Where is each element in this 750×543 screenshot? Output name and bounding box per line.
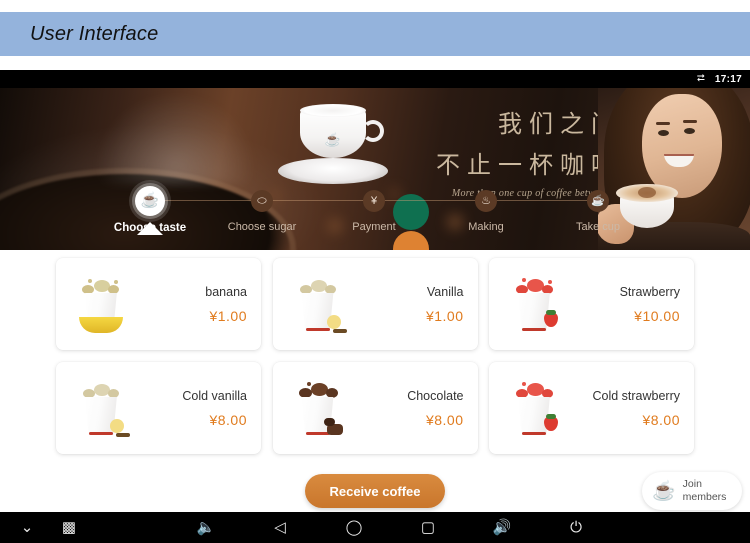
step-making[interactable]: ♨ Making bbox=[431, 188, 541, 233]
active-step-pointer bbox=[137, 222, 163, 235]
flavor-meta: Strawberry ¥10.00 bbox=[571, 285, 680, 324]
slogan-line-1: 我们之间 bbox=[498, 112, 622, 138]
step-label: Take cup bbox=[575, 221, 621, 233]
step-label: Payment bbox=[352, 221, 396, 233]
flavor-card-banana[interactable]: banana ¥1.00 bbox=[56, 258, 261, 350]
step-take-cup[interactable]: ☕ Take cup bbox=[543, 188, 653, 233]
cup-base-stripe bbox=[522, 328, 546, 331]
promo-banner: ☕ 我们之间 不止一杯咖啡 More than one cup of coffe… bbox=[0, 88, 750, 250]
model-eye-right bbox=[684, 128, 695, 134]
step-label: Making bbox=[468, 221, 504, 233]
page-title: User Interface bbox=[30, 22, 159, 45]
slogan-line-2: 不止一杯咖啡 bbox=[436, 153, 622, 179]
volume-up-icon[interactable]: 🔊 bbox=[491, 520, 513, 535]
flavor-card-chocolate[interactable]: Chocolate ¥8.00 bbox=[272, 362, 478, 454]
flavor-price: ¥1.00 bbox=[425, 307, 464, 324]
bluetooth-icon: ⮂ bbox=[696, 73, 705, 84]
flavor-price: ¥10.00 bbox=[634, 307, 680, 324]
step-payment[interactable]: ¥ Payment bbox=[319, 188, 429, 233]
step-label: Choose sugar bbox=[227, 221, 297, 233]
menu-row-1: banana ¥1.00 Vanilla ¥1.00 Strawberry ¥1… bbox=[56, 258, 694, 350]
model-face bbox=[642, 94, 722, 198]
flavor-name: banana bbox=[205, 284, 247, 299]
flavor-name: Cold vanilla bbox=[182, 388, 247, 403]
vanilla-pod-garnish bbox=[116, 433, 130, 437]
status-bar-clock: 17:17 bbox=[714, 73, 742, 85]
screenshot-icon[interactable]: ▩ bbox=[58, 520, 80, 535]
cup-base-stripe bbox=[305, 328, 330, 331]
vanilla-flower-garnish bbox=[110, 419, 124, 433]
sugar-cube-icon: ⬭ bbox=[251, 190, 273, 212]
flavor-meta: Vanilla ¥1.00 bbox=[355, 285, 464, 324]
join-members-button[interactable]: ☕ Join members bbox=[642, 472, 742, 510]
flavor-menu-grid: banana ¥1.00 Vanilla ¥1.00 Strawberry ¥1… bbox=[0, 250, 750, 468]
model-eye-left bbox=[658, 130, 669, 136]
receive-coffee-button[interactable]: Receive coffee bbox=[305, 474, 445, 508]
flavor-name: Chocolate bbox=[407, 388, 464, 403]
strawberry-leaf bbox=[546, 310, 556, 315]
flavor-meta: banana ¥1.00 bbox=[138, 285, 247, 324]
device-screen: ⮂ 17:17 ☕ 我们之间 不止一杯咖啡 More than one cup … bbox=[0, 70, 750, 543]
brewing-cup-icon: ♨ bbox=[475, 190, 497, 212]
flavor-card-strawberry[interactable]: Strawberry ¥10.00 bbox=[489, 258, 694, 350]
cold-strawberry-drink-thumb bbox=[499, 369, 571, 447]
coffee-cup-icon: ☕ bbox=[135, 186, 165, 216]
recents-icon[interactable]: ▢ bbox=[417, 520, 439, 535]
steaming-coffee-cup-icon: ☕ bbox=[652, 480, 676, 502]
cold-vanilla-drink-thumb bbox=[66, 369, 138, 447]
strawberry-drink-thumb bbox=[499, 265, 571, 343]
steam-effect bbox=[95, 92, 255, 184]
model-brow-right bbox=[683, 120, 697, 123]
collapse-icon[interactable]: ⌄ bbox=[16, 520, 38, 535]
flavor-card-vanilla[interactable]: Vanilla ¥1.00 bbox=[272, 258, 478, 350]
flavor-price: ¥1.00 bbox=[209, 307, 247, 324]
vanilla-pod-garnish bbox=[332, 329, 347, 333]
page-header: User Interface bbox=[0, 12, 750, 56]
strawberry-leaf bbox=[546, 414, 556, 419]
status-bar: ⮂ 17:17 bbox=[0, 70, 750, 88]
vanilla-drink-thumb bbox=[283, 265, 355, 343]
flavor-name: Cold strawberry bbox=[592, 388, 680, 403]
flavor-price: ¥8.00 bbox=[642, 411, 680, 428]
model-brow-left bbox=[656, 122, 670, 125]
saucer-shape bbox=[278, 158, 388, 184]
banana-drink-thumb bbox=[66, 265, 138, 343]
cup-base-stripe bbox=[522, 432, 546, 435]
flavor-meta: Cold strawberry ¥8.00 bbox=[571, 389, 680, 428]
join-members-line2: members bbox=[682, 491, 727, 503]
cup-base-stripe bbox=[305, 432, 330, 435]
flavor-price: ¥8.00 bbox=[425, 411, 464, 428]
back-icon[interactable]: ◁ bbox=[269, 520, 291, 535]
cup-logo-icon: ☕ bbox=[324, 132, 342, 147]
home-icon[interactable]: ◯ bbox=[343, 520, 365, 535]
yuan-currency-icon: ¥ bbox=[363, 190, 385, 212]
flavor-meta: Cold vanilla ¥8.00 bbox=[138, 389, 247, 428]
menu-row-2: Cold vanilla ¥8.00 Chocolate ¥8.00 Cold … bbox=[56, 362, 694, 454]
join-members-line1: Join bbox=[682, 478, 702, 490]
step-choose-taste[interactable]: ☕ Choose taste bbox=[95, 186, 205, 235]
take-cup-icon: ☕ bbox=[587, 190, 609, 212]
flavor-price: ¥8.00 bbox=[209, 411, 247, 428]
flavor-meta: Chocolate ¥8.00 bbox=[355, 388, 464, 428]
android-navigation-bar: ⌄ ▩ 🔈 ◁ ◯ ▢ 🔊 ⏻ bbox=[0, 512, 750, 543]
cup-base-stripe bbox=[89, 432, 113, 435]
chocolate-curl-garnish bbox=[323, 418, 335, 426]
flavor-name: Strawberry bbox=[619, 284, 680, 299]
flavor-card-cold-strawberry[interactable]: Cold strawberry ¥8.00 bbox=[489, 362, 694, 454]
flavor-name: Vanilla bbox=[426, 284, 464, 299]
join-members-label: Join members bbox=[683, 478, 727, 504]
espresso-cup-image: ☕ bbox=[278, 102, 388, 184]
cup-rim-shape bbox=[300, 104, 366, 117]
vanilla-flower-garnish bbox=[326, 315, 341, 329]
chocolate-drink-thumb bbox=[283, 369, 355, 447]
order-step-indicator: ☕ Choose taste ⬭ Choose sugar ¥ Payment … bbox=[0, 186, 750, 250]
banana-garnish bbox=[79, 317, 123, 333]
power-icon[interactable]: ⏻ bbox=[565, 520, 587, 535]
step-choose-sugar[interactable]: ⬭ Choose sugar bbox=[207, 188, 317, 233]
volume-down-icon[interactable]: 🔈 bbox=[195, 520, 217, 535]
flavor-card-cold-vanilla[interactable]: Cold vanilla ¥8.00 bbox=[56, 362, 261, 454]
banner-slogan: 我们之间 不止一杯咖啡 More than one cup of coffee … bbox=[392, 104, 622, 199]
